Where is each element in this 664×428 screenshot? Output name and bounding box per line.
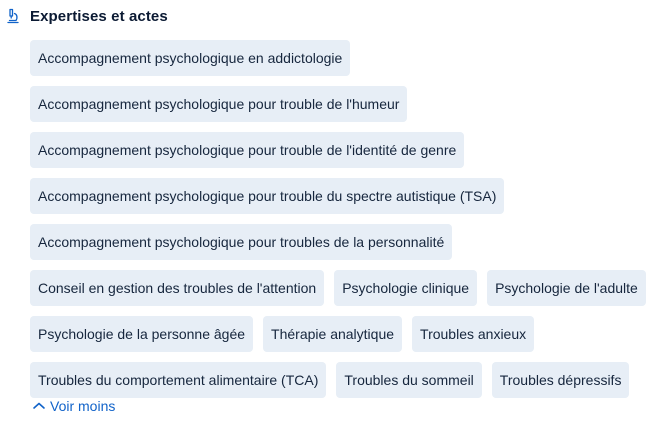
expertise-chip[interactable]: Psychologie clinique (334, 270, 478, 306)
expertise-chip[interactable]: Troubles du comportement alimentaire (TC… (30, 362, 327, 398)
expertise-chip[interactable]: Psychologie de la personne âgée (30, 316, 254, 352)
chip-row: Conseil en gestion des troubles de l'att… (30, 270, 660, 306)
expertise-chip[interactable]: Accompagnement psychologique pour troubl… (30, 132, 465, 168)
expertise-chip[interactable]: Thérapie analytique (263, 316, 403, 352)
microscope-icon (4, 7, 22, 25)
section-header: Expertises et actes (4, 7, 168, 25)
expertise-chip[interactable]: Troubles dépressifs (491, 362, 630, 398)
chip-row: Accompagnement psychologique pour troubl… (30, 132, 660, 168)
voir-moins-toggle[interactable]: Voir moins (32, 398, 115, 414)
chip-row: Accompagnement psychologique en addictol… (30, 40, 660, 76)
section-title: Expertises et actes (30, 7, 168, 25)
expertise-chip[interactable]: Troubles anxieux (412, 316, 535, 352)
expertise-chip[interactable]: Accompagnement psychologique pour troubl… (30, 86, 408, 122)
voir-moins-label: Voir moins (50, 398, 116, 414)
chip-row: Accompagnement psychologique pour troubl… (30, 224, 660, 260)
expertise-chip[interactable]: Psychologie de l'adulte (487, 270, 646, 306)
expertise-chip[interactable]: Troubles du sommeil (336, 362, 482, 398)
expertise-chip[interactable]: Conseil en gestion des troubles de l'att… (30, 270, 325, 306)
expertise-chip[interactable]: Accompagnement psychologique en addictol… (30, 40, 351, 76)
expertise-chip[interactable]: Accompagnement psychologique pour troubl… (30, 224, 453, 260)
chip-row: Accompagnement psychologique pour troubl… (30, 86, 660, 122)
chip-row: Troubles du comportement alimentaire (TC… (30, 362, 660, 398)
chip-row: Psychologie de la personne âgée Thérapie … (30, 316, 660, 352)
chip-row: Accompagnement psychologique pour troubl… (30, 178, 660, 214)
expertise-chip[interactable]: Accompagnement psychologique pour troubl… (30, 178, 505, 214)
chevron-up-icon (33, 402, 45, 409)
expertise-chip-list: Accompagnement psychologique en addictol… (30, 40, 660, 408)
